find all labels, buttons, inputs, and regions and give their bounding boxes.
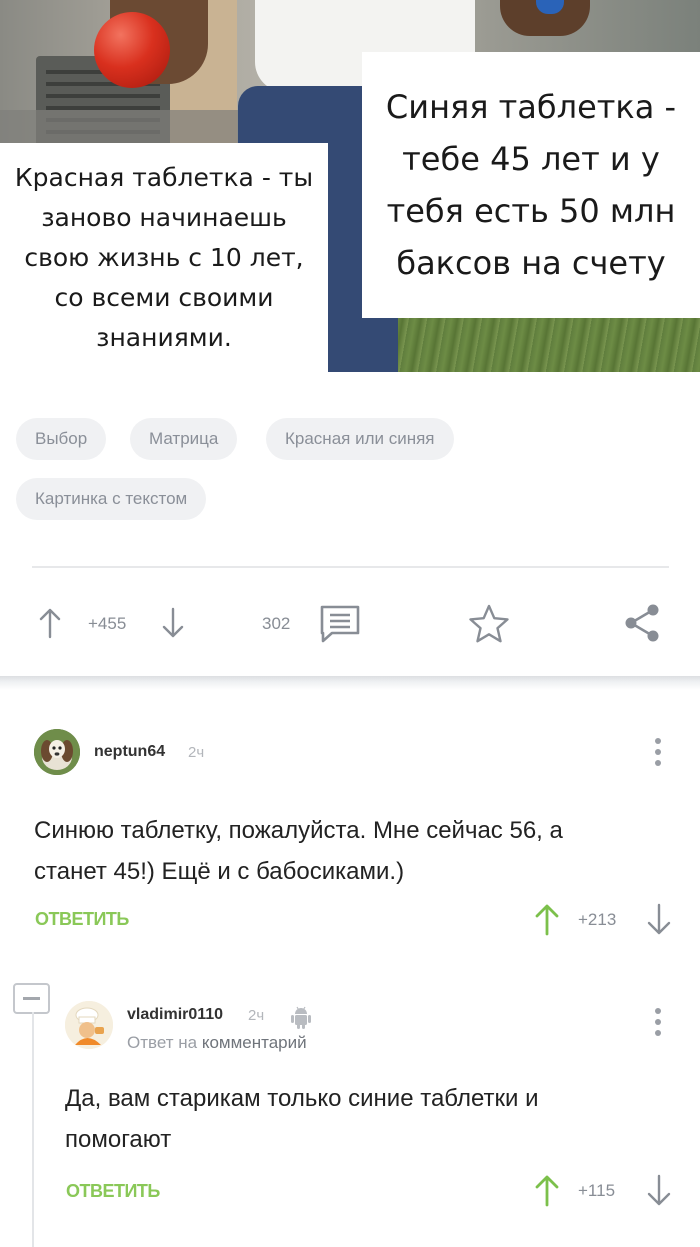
upvote-icon[interactable] <box>37 607 63 639</box>
chef-avatar-icon <box>65 1001 113 1049</box>
red-pill-caption-text: Красная таблетка - ты заново начинаешь с… <box>14 163 314 352</box>
post-image[interactable]: Красная таблетка - ты заново начинаешь с… <box>0 0 700 372</box>
blue-pill-caption-text: Синяя таблетка - тебе 45 лет и у тебя ес… <box>385 88 677 282</box>
comment-username[interactable]: neptun64 <box>94 743 165 761</box>
reply-to-prefix: Ответ на <box>127 1033 198 1052</box>
reply-button[interactable]: ОТВЕТИТЬ <box>35 909 129 930</box>
avatar-vladimir0110[interactable] <box>65 1001 113 1049</box>
comment-time: 2ч <box>248 1007 265 1024</box>
comment-username[interactable]: vladimir0110 <box>127 1006 223 1024</box>
upvote-icon[interactable] <box>534 1174 560 1208</box>
avatar-neptun64[interactable] <box>34 729 80 775</box>
divider <box>32 566 669 568</box>
comments-count: 302 <box>262 614 291 633</box>
downvote-icon[interactable] <box>646 903 672 937</box>
downvote-icon[interactable] <box>160 607 186 639</box>
comments-icon[interactable] <box>318 604 362 644</box>
section-separator <box>0 676 700 690</box>
more-options-icon[interactable] <box>654 738 662 771</box>
thread-line <box>32 1012 34 1247</box>
reply-button[interactable]: ОТВЕТИТЬ <box>66 1181 160 1202</box>
blue-pill-caption: Синяя таблетка - тебе 45 лет и у тебя ес… <box>362 52 700 318</box>
star-icon[interactable] <box>467 603 511 645</box>
reply-to-link[interactable]: комментарий <box>202 1033 307 1052</box>
upvote-icon[interactable] <box>534 903 560 937</box>
comment-score: +115 <box>578 1181 616 1200</box>
comment-text: Синюю таблетку, пожалуйста. Мне сейчас 5… <box>34 817 563 885</box>
reply-to-label: Ответ на комментарий <box>127 1033 307 1053</box>
comment-text: Да, вам старикам только синие таблетки и… <box>65 1085 539 1153</box>
collapse-thread-button[interactable] <box>13 983 50 1014</box>
android-icon <box>291 1006 311 1029</box>
minus-icon <box>23 997 40 1000</box>
tag-vybor[interactable]: Выбор <box>16 418 107 460</box>
more-options-icon[interactable] <box>654 1008 662 1041</box>
share-icon[interactable] <box>622 603 662 643</box>
post-rating: +455 <box>88 614 127 633</box>
dog-avatar-icon <box>34 729 80 775</box>
downvote-icon[interactable] <box>646 1174 672 1208</box>
image-red-ball <box>94 12 170 88</box>
comment-score: +213 <box>578 910 617 929</box>
tag-picture-with-text[interactable]: Картинка с текстом <box>16 478 207 520</box>
red-pill-caption: Красная таблетка - ты заново начинаешь с… <box>0 143 328 372</box>
tag-red-or-blue[interactable]: Красная или синяя <box>266 418 454 460</box>
comment-time: 2ч <box>188 744 205 761</box>
tag-matrix[interactable]: Матрица <box>130 418 238 460</box>
